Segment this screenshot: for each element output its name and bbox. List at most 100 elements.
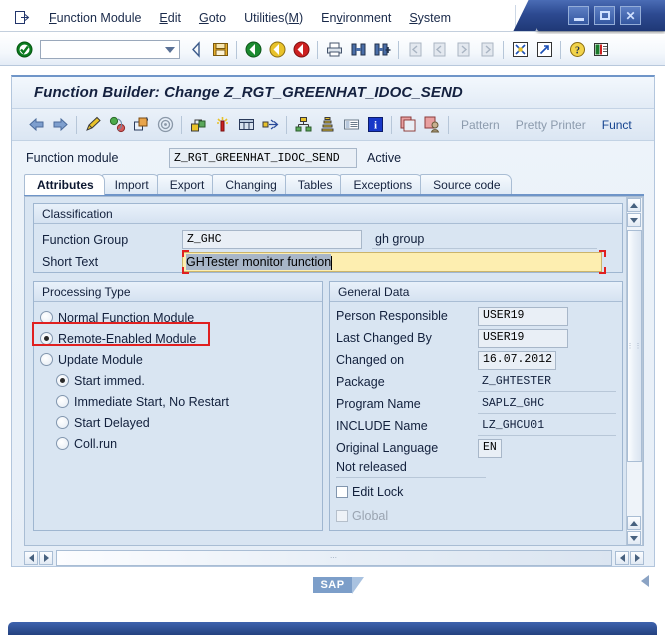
- menu-item-edit[interactable]: Edit: [150, 9, 190, 27]
- radio-icon[interactable]: [56, 437, 69, 450]
- radio-icon[interactable]: [56, 395, 69, 408]
- person-responsible-value[interactable]: USER19: [478, 306, 568, 326]
- radio-icon-selected[interactable]: [56, 374, 69, 387]
- scroll-up-button-secondary[interactable]: [627, 516, 641, 530]
- radio-update-module[interactable]: Update Module: [40, 350, 322, 369]
- radio-icon[interactable]: [40, 311, 53, 324]
- package-value[interactable]: Z_GHTESTER: [478, 373, 616, 392]
- h-scrollbar-thumb[interactable]: ⋯: [56, 550, 612, 566]
- new-session-icon[interactable]: [509, 39, 531, 61]
- display-change-icon[interactable]: [82, 114, 104, 136]
- content-vertical-scrollbar[interactable]: ⋮⋮: [626, 197, 643, 545]
- command-field[interactable]: [40, 40, 180, 59]
- function-button[interactable]: Funct: [594, 118, 640, 132]
- print-icon[interactable]: [323, 39, 345, 61]
- previous-page-icon[interactable]: [428, 39, 450, 61]
- scroll-down-button-secondary[interactable]: [627, 213, 641, 227]
- radio-coll-run[interactable]: Coll.run: [56, 434, 322, 453]
- menu-item-system[interactable]: System: [400, 9, 460, 27]
- save-icon[interactable]: [209, 39, 231, 61]
- cancel-icon[interactable]: [266, 39, 288, 61]
- navigate-icon[interactable]: [259, 114, 281, 136]
- last-changed-by-value[interactable]: USER19: [478, 328, 568, 348]
- content-horizontal-scrollbar[interactable]: ⋯: [24, 547, 644, 569]
- hierarchy-icon[interactable]: [292, 114, 314, 136]
- list-icon[interactable]: [340, 114, 362, 136]
- user-copy-icon[interactable]: [421, 114, 443, 136]
- menu-item-utilities[interactable]: Utilities(M): [235, 9, 312, 27]
- pattern-button[interactable]: Pattern: [453, 118, 508, 132]
- menu-item-function-module[interactable]: Function Module: [40, 9, 150, 27]
- radio-immediate-start-no-restart[interactable]: Immediate Start, No Restart: [56, 392, 322, 411]
- radio-start-delayed[interactable]: Start Delayed: [56, 413, 322, 432]
- check-icon[interactable]: [106, 114, 128, 136]
- checkbox-edit-lock[interactable]: Edit Lock: [336, 481, 622, 503]
- radio-normal-function-module[interactable]: Normal Function Module: [40, 308, 322, 327]
- tab-attributes[interactable]: Attributes: [24, 174, 105, 195]
- object-list-icon[interactable]: [187, 114, 209, 136]
- find-icon[interactable]: [347, 39, 369, 61]
- breakpoint-icon[interactable]: [211, 114, 233, 136]
- radio-icon-selected[interactable]: [40, 332, 53, 345]
- scroll-up-button[interactable]: [627, 198, 641, 212]
- function-group-description[interactable]: gh group: [372, 230, 597, 249]
- include-name-value[interactable]: LZ_GHCU01: [478, 417, 616, 436]
- session-icon[interactable]: [14, 11, 30, 25]
- original-language-value[interactable]: EN: [478, 438, 502, 458]
- radio-icon[interactable]: [56, 416, 69, 429]
- where-used-icon[interactable]: [154, 114, 176, 136]
- row-changed-on: Changed on 16.07.2012: [336, 349, 622, 371]
- classification-title: Classification: [34, 204, 622, 224]
- find-next-icon[interactable]: [371, 39, 393, 61]
- short-text-input[interactable]: GHTester monitor function: [182, 252, 602, 272]
- info-icon[interactable]: i: [364, 114, 386, 136]
- stop-icon[interactable]: [290, 39, 312, 61]
- exit-icon[interactable]: [242, 39, 264, 61]
- menu-item-goto[interactable]: Goto: [190, 9, 235, 27]
- first-page-icon[interactable]: [404, 39, 426, 61]
- pretty-printer-button[interactable]: Pretty Printer: [508, 118, 594, 132]
- create-shortcut-icon[interactable]: [533, 39, 555, 61]
- help-icon[interactable]: ?: [566, 39, 588, 61]
- radio-start-immed[interactable]: Start immed.: [56, 371, 322, 390]
- forward-arrow-icon[interactable]: [49, 114, 71, 136]
- menu-item-environment[interactable]: Environment: [312, 9, 400, 27]
- checkbox-icon[interactable]: [336, 486, 348, 498]
- tab-import[interactable]: Import: [101, 174, 160, 195]
- scroll-down-button[interactable]: [627, 531, 641, 545]
- scroll-left-page-button[interactable]: [39, 551, 53, 565]
- minimize-icon[interactable]: [568, 6, 589, 25]
- customize-layout-icon[interactable]: [590, 39, 612, 61]
- scroll-right-button[interactable]: [630, 551, 644, 565]
- resize-arrow-icon[interactable]: [641, 575, 649, 587]
- last-page-icon[interactable]: [476, 39, 498, 61]
- maximize-icon[interactable]: [594, 6, 615, 25]
- scrollbar-thumb[interactable]: ⋮⋮: [627, 230, 642, 462]
- radio-icon[interactable]: [40, 353, 53, 366]
- window-controls: ✕: [513, 0, 665, 31]
- function-module-input[interactable]: Z_RGT_GREENHAT_IDOC_SEND: [169, 148, 357, 168]
- close-icon[interactable]: ✕: [620, 6, 641, 25]
- function-group-input[interactable]: Z_GHC: [182, 230, 362, 249]
- chevron-down-icon[interactable]: [165, 47, 175, 53]
- scroll-right-page-button[interactable]: [615, 551, 629, 565]
- program-name-value[interactable]: SAPLZ_GHC: [478, 395, 616, 414]
- scroll-left-button[interactable]: [24, 551, 38, 565]
- back-icon[interactable]: [185, 39, 207, 61]
- green-check-icon[interactable]: [13, 39, 35, 61]
- changed-on-value[interactable]: 16.07.2012: [478, 350, 556, 370]
- tab-tables[interactable]: Tables: [284, 174, 344, 195]
- radio-remote-enabled-module[interactable]: Remote-Enabled Module: [40, 329, 322, 348]
- test-icon[interactable]: [235, 114, 257, 136]
- tab-source-code[interactable]: Source code: [420, 174, 512, 195]
- screen-title-bar: Function Builder: Change Z_RGT_GREENHAT_…: [12, 77, 654, 109]
- copy-icon[interactable]: [397, 114, 419, 136]
- tab-exceptions[interactable]: Exceptions: [340, 174, 424, 195]
- back-arrow-icon[interactable]: [25, 114, 47, 136]
- tab-changing[interactable]: Changing: [212, 174, 288, 195]
- activate-icon[interactable]: [130, 114, 152, 136]
- stack-icon[interactable]: [316, 114, 338, 136]
- tab-export[interactable]: Export: [156, 174, 216, 195]
- svg-text:?: ?: [575, 46, 580, 57]
- next-page-icon[interactable]: [452, 39, 474, 61]
